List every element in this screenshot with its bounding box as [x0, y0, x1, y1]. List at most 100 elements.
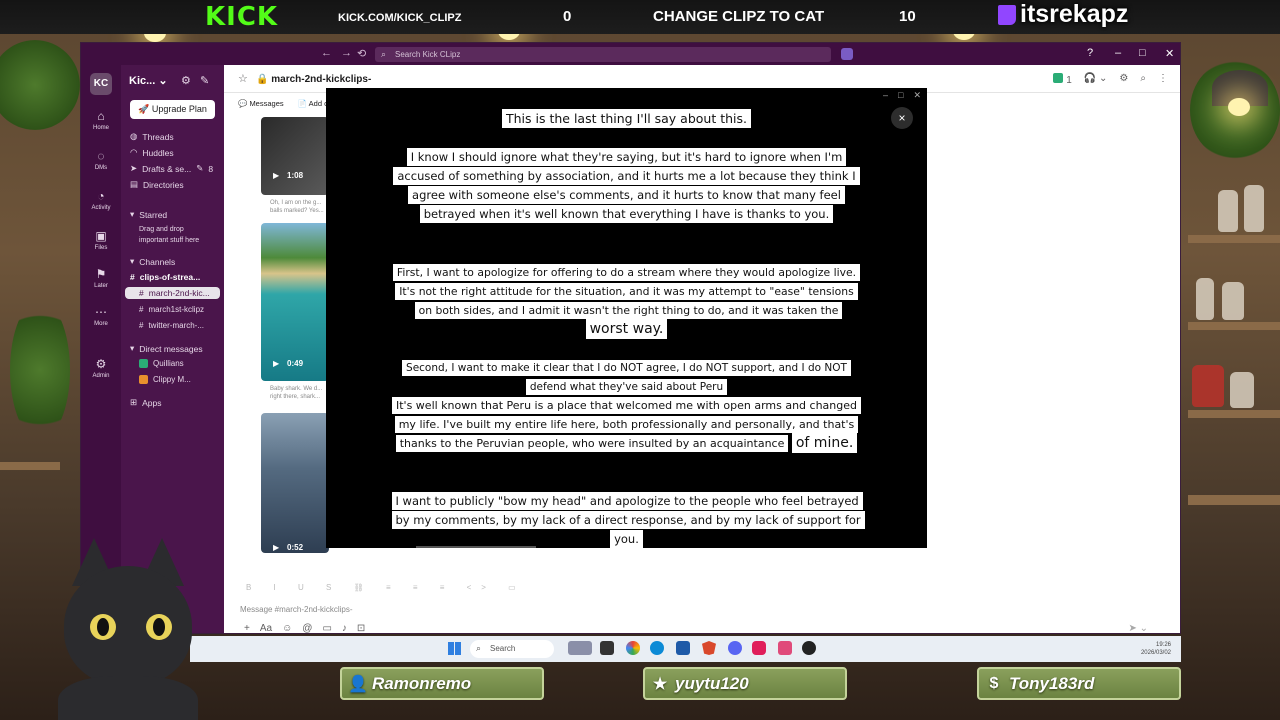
upgrade-plan-button[interactable]: 🚀 Upgrade Plan [130, 100, 215, 119]
send-icon[interactable]: ➤ ⌄ [1128, 623, 1148, 633]
sidebar-item-drafts[interactable]: ➤ Drafts & se... ✎ 8 [130, 163, 213, 174]
slack-icon[interactable] [752, 641, 766, 655]
tab-messages-label: Messages [249, 99, 284, 108]
tab-add[interactable]: 📄 Add c [298, 99, 328, 108]
minimize-icon[interactable]: – [883, 90, 888, 101]
workspace-badge[interactable]: KC [90, 73, 112, 95]
star-icon: ★ [652, 675, 668, 693]
sidebar-section-dms[interactable]: ▾ Direct messages [130, 343, 203, 354]
settings-icon[interactable]: ⚙ [181, 75, 191, 87]
profile-avatar[interactable] [841, 48, 853, 60]
emoji-icon[interactable]: ☺ [282, 623, 292, 633]
shortcut-icon[interactable]: ⊡ [357, 623, 365, 633]
table [0, 462, 60, 470]
headphones-icon[interactable]: 🎧 ⌄ [1084, 73, 1108, 86]
brave-icon[interactable] [702, 641, 716, 655]
back-button[interactable]: ← [321, 47, 332, 59]
sidebar-dm-clippy[interactable]: Clippy M... [139, 375, 191, 384]
video-thumbnail[interactable]: ▶ 0:52 [261, 413, 329, 553]
close-window-button[interactable]: ✕ [1165, 47, 1174, 60]
video-duration: 0:52 [287, 543, 304, 552]
edge-icon[interactable] [650, 641, 664, 655]
sidebar-dm-quillians[interactable]: Quillians [139, 359, 184, 368]
sidebar-channel-march1st[interactable]: # march1st-kclipz [139, 305, 204, 314]
dollar-icon: $ [989, 674, 999, 692]
rail-dms[interactable]: ◌ DMs [81, 149, 121, 171]
search-placeholder: Search Kick CLipz [395, 50, 461, 59]
cat-eye [146, 614, 172, 640]
bookmark-icon: ⚑ [95, 267, 107, 281]
close-icon[interactable]: ✕ [913, 90, 921, 101]
mic-icon[interactable]: ♪ [342, 623, 347, 633]
format-icon[interactable]: Aa [260, 623, 272, 633]
subtitle-text: I want to publicly "bow my head" and apo… [391, 492, 865, 548]
message-text: Baby shark. We d... right there, shark..… [270, 386, 323, 400]
maximize-icon[interactable]: □ [898, 90, 903, 101]
plus-icon[interactable]: + [244, 623, 250, 633]
chatter-bar: 👤 Ramonremo [340, 667, 544, 700]
widgets-icon[interactable] [568, 641, 592, 655]
video-thumbnail[interactable]: ▶ 1:08 [261, 117, 329, 195]
video-progress-bar[interactable] [416, 546, 536, 548]
rail-home-label: Home [92, 125, 109, 131]
video-thumbnail[interactable]: ▶ 0:49 [261, 223, 329, 381]
discord-icon[interactable] [728, 641, 742, 655]
sidebar-item-threads[interactable]: ◍ Threads [130, 131, 174, 142]
rail-files[interactable]: ▣ Files [81, 229, 121, 251]
tab-messages[interactable]: 💬 Messages [238, 99, 284, 108]
formatting-toolbar[interactable]: B I U S ⛓ ≡ ≡ ≡ <> ▭ [246, 583, 526, 592]
kebab-menu-icon[interactable]: ⋮ [1158, 73, 1168, 86]
sidebar-channel-twitter[interactable]: # twitter-march-... [139, 321, 204, 330]
plant-decoration [10, 300, 70, 440]
minimize-button[interactable]: – [1115, 47, 1121, 59]
jar [1222, 282, 1244, 320]
cat-body [58, 676, 198, 720]
message-input[interactable]: Message #march-2nd-kickclips- [240, 605, 352, 614]
score-right: 10 [899, 8, 916, 25]
app-icon[interactable] [778, 641, 792, 655]
rail-home[interactable]: ⌂ Home [81, 109, 121, 131]
video-icon[interactable]: ▭ [322, 623, 331, 633]
threads-icon: ◍ [130, 131, 138, 141]
sidebar-item-huddles[interactable]: ◠ Huddles [130, 147, 174, 158]
rail-activity[interactable]: ◔ Activity [81, 189, 121, 211]
sidebar-section-starred[interactable]: ▾ Starred [130, 209, 167, 220]
video-player[interactable]: – □ ✕ × This is the last thing I'll say … [326, 88, 927, 548]
obs-icon[interactable] [802, 641, 816, 655]
members-button[interactable]: 1 [1053, 73, 1072, 86]
sidebar-item-directories[interactable]: ▤ Directories [130, 179, 184, 190]
rail-more[interactable]: ⋯ More [81, 305, 121, 327]
store-icon[interactable] [676, 641, 690, 655]
search-icon[interactable]: ⌕ [1140, 73, 1146, 86]
channel-label: twitter-march-... [148, 321, 205, 330]
video-duration: 1:08 [287, 171, 304, 180]
mention-icon[interactable]: @ [302, 623, 312, 633]
chatter-name: Tony183rd [1009, 673, 1095, 693]
windows-start-icon[interactable] [448, 642, 461, 655]
forward-button[interactable]: → [341, 47, 352, 59]
sidebar-item-apps[interactable]: ⊞ Apps [130, 397, 162, 408]
search-input[interactable]: ⌕ Search Kick CLipz [375, 47, 831, 62]
rail-later[interactable]: ⚑ Later [81, 267, 121, 289]
compose-icon[interactable]: ✎ [200, 75, 209, 87]
maximize-button[interactable]: □ [1139, 47, 1146, 59]
integrations-icon[interactable]: ⚙ [1119, 73, 1128, 86]
channel-label: clips-of-strea... [139, 272, 201, 282]
channel-name: march-2nd-kickclips- [271, 74, 372, 85]
star-icon[interactable]: ☆ [238, 72, 248, 85]
headphones-icon: ◠ [130, 147, 138, 157]
help-button[interactable]: ? [1087, 47, 1093, 59]
sidebar-channel-march-2nd[interactable]: # march-2nd-kic... [125, 287, 220, 299]
close-video-button[interactable]: × [891, 107, 913, 129]
taskbar-search[interactable]: ⌕ Search [470, 640, 554, 658]
score-left: 0 [563, 8, 572, 25]
task-view-icon[interactable] [600, 641, 614, 655]
workspace-name[interactable]: Kic... ⌄ [129, 74, 168, 87]
sidebar-section-channels[interactable]: ▾ Channels [130, 256, 175, 267]
rail-admin[interactable]: ⚙ Admin [81, 357, 121, 379]
video-duration: 0:49 [287, 359, 304, 368]
channel-title[interactable]: 🔒 march-2nd-kickclips- [256, 74, 371, 85]
history-button[interactable]: ⟲ [357, 47, 366, 60]
chrome-icon[interactable] [626, 641, 640, 655]
sidebar-channel-clips[interactable]: # clips-of-strea... [130, 272, 200, 282]
